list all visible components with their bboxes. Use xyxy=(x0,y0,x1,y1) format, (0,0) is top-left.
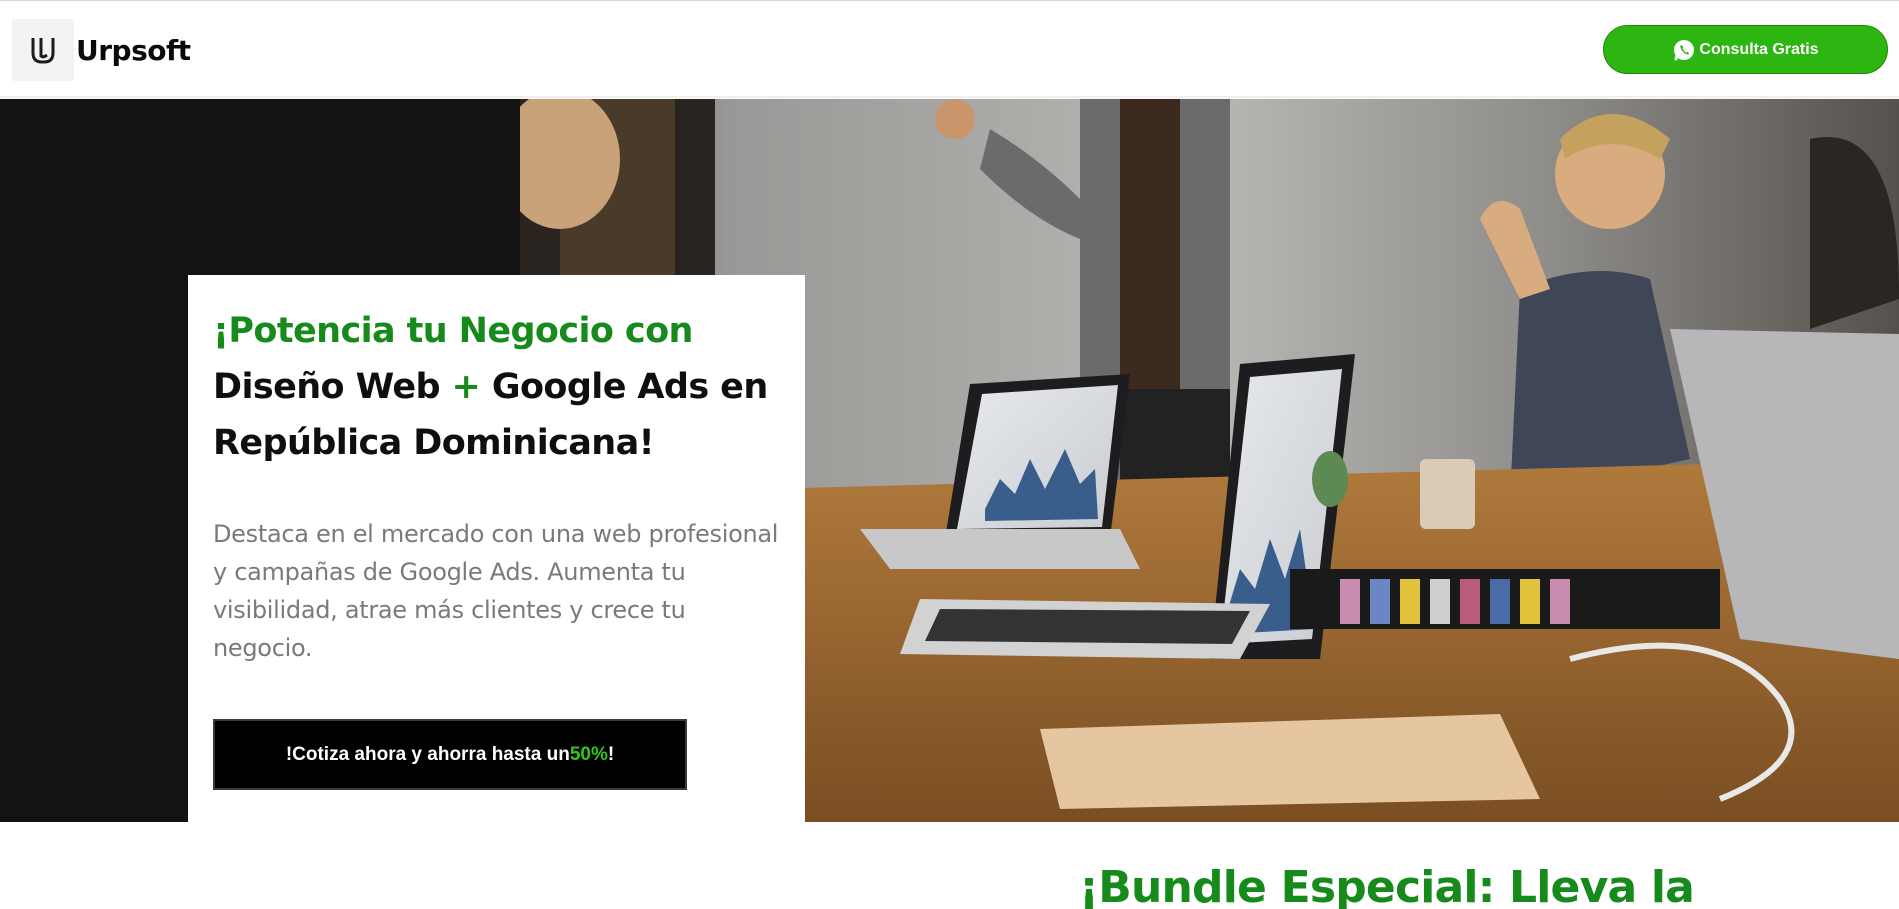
consulta-gratis-button[interactable]: Consulta Gratis xyxy=(1603,25,1888,74)
headline-highlight: ¡Potencia tu Negocio con xyxy=(213,311,693,351)
cta-prefix: !Cotiza ahora y ahorra hasta un xyxy=(285,743,570,765)
cta-percent: 50% xyxy=(569,743,608,765)
hero-headline: ¡Potencia tu Negocio con Diseño Web + Go… xyxy=(213,303,793,471)
cta-suffix: ! xyxy=(607,743,615,765)
hero-section: ¡Potencia tu Negocio con Diseño Web + Go… xyxy=(0,99,1899,822)
consulta-gratis-label: Consulta Gratis xyxy=(1699,40,1819,58)
headline-plus: + xyxy=(451,367,481,407)
hero-description: Destaca en el mercado con una web profes… xyxy=(213,520,779,662)
urpsoft-u-icon xyxy=(12,19,74,81)
cotiza-ahora-button[interactable]: !Cotiza ahora y ahorra hasta un 50%! xyxy=(213,719,687,790)
site-header: Urpsoft Consulta Gratis xyxy=(0,1,1899,97)
headline-text-web: Diseño Web xyxy=(213,367,452,407)
brand-logo[interactable]: Urpsoft xyxy=(12,19,191,81)
bundle-section-title: ¡Bundle Especial: Lleva la xyxy=(1079,862,1695,909)
brand-name: Urpsoft xyxy=(76,33,191,67)
whatsapp-icon xyxy=(1674,39,1695,60)
hero-card: ¡Potencia tu Negocio con Diseño Web + Go… xyxy=(188,275,805,822)
